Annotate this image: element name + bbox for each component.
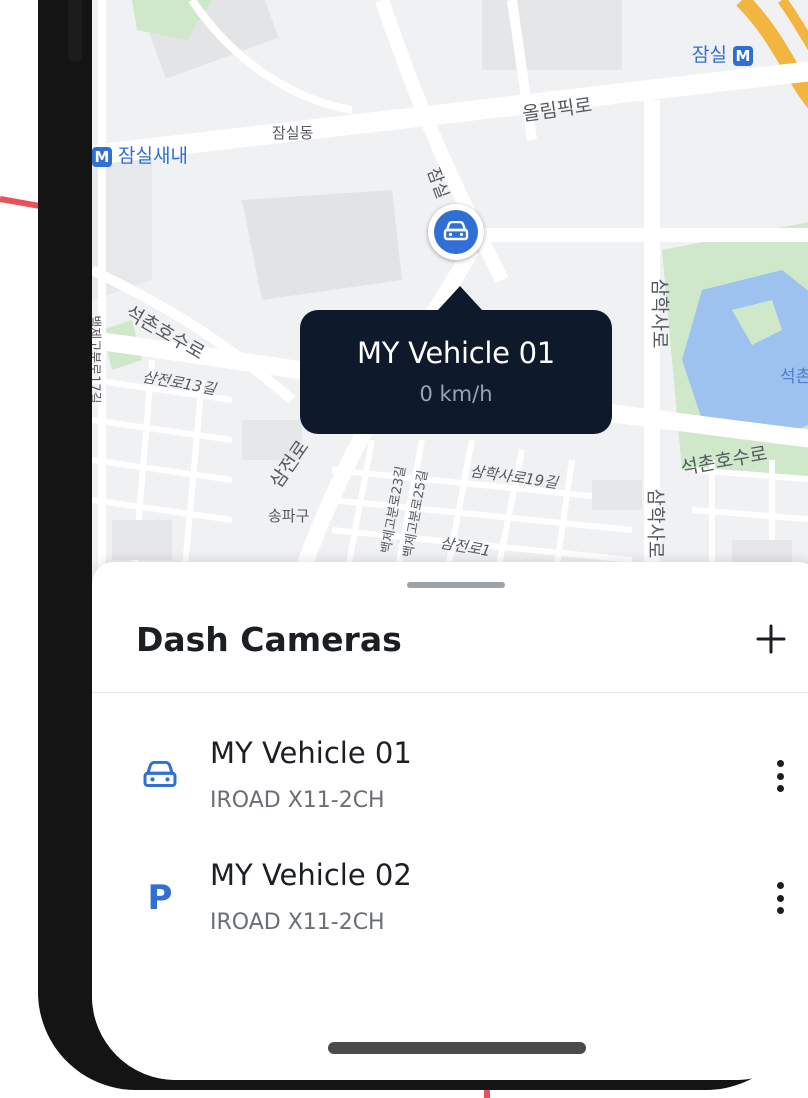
car-icon bbox=[143, 761, 177, 788]
vehicle-marker[interactable] bbox=[428, 204, 484, 260]
phone-side-button bbox=[68, 0, 82, 62]
map-label-samhak-sa-ro-upper: 삼학사로 bbox=[648, 278, 671, 349]
tooltip-arrow bbox=[438, 286, 482, 310]
more-vertical-icon[interactable] bbox=[768, 878, 792, 918]
tooltip-speed: 0 km/h bbox=[419, 382, 493, 406]
device-name: MY Vehicle 01 bbox=[210, 736, 412, 770]
subway-icon: M bbox=[733, 46, 754, 66]
map-label-jamsil-dong: 잠실동 bbox=[272, 124, 314, 142]
marker-badge bbox=[434, 210, 478, 254]
map-label-samhak-sa-ro-lower: 삼학사로 bbox=[644, 488, 667, 559]
map-label-jamsil-saenae: M 잠실새내 bbox=[92, 141, 188, 168]
map-label-jamsil-station: 잠실 M bbox=[692, 40, 754, 67]
tooltip-title: MY Vehicle 01 bbox=[357, 336, 555, 370]
plus-icon bbox=[756, 624, 786, 654]
device-model: IROAD X11-2CH bbox=[210, 788, 385, 813]
add-camera-button[interactable] bbox=[746, 614, 796, 664]
car-icon bbox=[443, 221, 469, 241]
vehicle-tooltip[interactable]: MY Vehicle 01 0 km/h bbox=[300, 310, 612, 434]
device-name: MY Vehicle 02 bbox=[210, 858, 412, 892]
device-list-item[interactable]: MY Vehicle 01 IROAD X11-2CH bbox=[92, 726, 808, 826]
subway-icon: M bbox=[92, 147, 112, 167]
app-screen: 잠실 M M 잠실새내 잠실동 올림픽로 잠실 석촌호수로 삼전로13길 백제고… bbox=[92, 0, 808, 1080]
row-status-icon bbox=[140, 756, 180, 796]
dash-cameras-sheet: Dash Cameras MY Vehicle 01 IROAD X11-2CH bbox=[92, 562, 808, 1080]
parking-icon: P bbox=[147, 878, 173, 918]
label-text: 잠실새내 bbox=[118, 145, 188, 167]
sheet-title: Dash Cameras bbox=[136, 620, 402, 659]
label-text: 잠실 bbox=[692, 44, 727, 66]
device-model: IROAD X11-2CH bbox=[210, 910, 385, 935]
divider bbox=[92, 692, 808, 693]
map-label-left-vertical-road: 백제고분로17길 bbox=[92, 315, 102, 404]
map-label-songpa-gu: 송파구 bbox=[268, 507, 310, 525]
device-list-item[interactable]: P MY Vehicle 02 IROAD X11-2CH bbox=[92, 848, 808, 948]
home-indicator bbox=[328, 1042, 586, 1054]
map-label-seokchon-lake: 석촌 bbox=[780, 367, 808, 387]
sheet-grabber-handle[interactable] bbox=[407, 582, 505, 588]
more-vertical-icon[interactable] bbox=[768, 756, 792, 796]
row-status-icon: P bbox=[140, 878, 180, 918]
